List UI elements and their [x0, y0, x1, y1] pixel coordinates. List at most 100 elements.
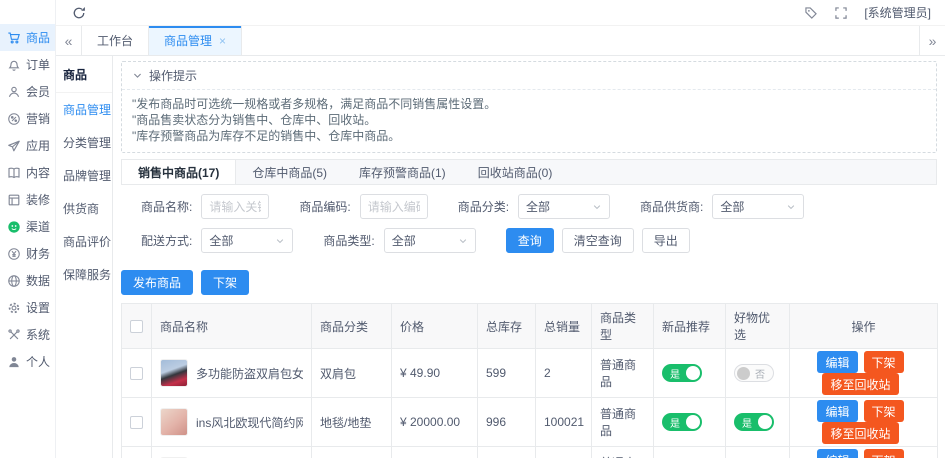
移至回收站-button[interactable]: 移至回收站 — [822, 373, 899, 395]
toggle-on[interactable]: 是 — [662, 413, 702, 431]
sidebar-item-系统[interactable]: 系统 — [0, 321, 55, 348]
column-header-操作: 操作 — [789, 303, 938, 349]
submenu-item-商品管理[interactable]: 商品管理 — [56, 93, 112, 126]
filter-select[interactable]: 全部 — [712, 194, 805, 219]
filter-select[interactable]: 全部 — [518, 194, 611, 219]
sidebar-item-订单[interactable]: 订单 — [0, 51, 55, 78]
submenu-item-分类管理[interactable]: 分类管理 — [56, 126, 112, 159]
close-icon[interactable]: × — [219, 34, 226, 48]
编辑-button[interactable]: 编辑 — [817, 400, 858, 422]
tag-icon[interactable] — [804, 6, 818, 20]
tips-header[interactable]: 操作提示 — [122, 62, 936, 90]
product-tabs: 销售中商品(17) 仓库中商品(5) 库存预警商品(1) 回收站商品(0) — [121, 159, 937, 185]
app-root: 商品 订单 会员营销应用 内容 装修渠道财务数据设置 系统个人 [系统管理员] « 工作台… — [0, 0, 945, 458]
下架-button[interactable]: 下架 — [863, 400, 904, 422]
product-tab-库存预警商品(1)[interactable]: 库存预警商品(1) — [343, 160, 462, 184]
column-header-商品分类: 商品分类 — [311, 303, 392, 349]
sidebar-item-财务[interactable]: 财务 — [0, 240, 55, 267]
filter-field: 商品名称: — [141, 194, 270, 219]
column-header-总库存: 总库存 — [477, 303, 536, 349]
table-row: ins迷你化妆刷套装眼影刷美妆工...粉底刷¥ 399.00204140普通商品… — [121, 446, 938, 458]
page-tab-工作台[interactable]: 工作台 — [82, 26, 150, 55]
product-tab-回收站商品(0)[interactable]: 回收站商品(0) — [462, 160, 569, 184]
product-tab-仓库中商品(5)[interactable]: 仓库中商品(5) — [236, 160, 343, 184]
content-icon — [7, 166, 21, 180]
sidebar-item-渠道[interactable]: 渠道 — [0, 213, 55, 240]
filter-select-value: 全部 — [209, 234, 234, 248]
tips-box: 操作提示 "发布商品时可选统一规格或者多规格，满足商品不同销售属性设置。 "商品售… — [121, 61, 937, 153]
清空查询-button[interactable]: 清空查询 — [561, 228, 634, 253]
下架-button[interactable]: 下架 — [201, 270, 250, 295]
下架-button[interactable]: 下架 — [863, 351, 904, 373]
chevron-down-icon — [132, 70, 143, 81]
select-all-checkbox-cell — [121, 303, 152, 349]
submenu-item-品牌管理[interactable]: 品牌管理 — [56, 159, 112, 192]
person-icon — [7, 355, 21, 369]
sidebar-item-label: 数据 — [26, 274, 51, 288]
filter-field: 配送方式: 全部 — [141, 228, 294, 253]
sidebar-item-应用[interactable]: 应用 — [0, 132, 55, 159]
编辑-button[interactable]: 编辑 — [817, 351, 858, 373]
filter-input[interactable] — [201, 194, 270, 219]
submenu-item-商品评价[interactable]: 商品评价 — [56, 225, 112, 258]
product-stock: 996 — [477, 397, 536, 447]
sidebar-item-label: 渠道 — [26, 220, 51, 234]
sidebar-item-会员[interactable]: 会员 — [0, 78, 55, 105]
编辑-button[interactable]: 编辑 — [817, 449, 858, 458]
fullscreen-icon[interactable] — [834, 6, 848, 20]
sidebar-item-数据[interactable]: 数据 — [0, 267, 55, 294]
filter-label: 商品名称: — [141, 200, 193, 214]
product-price: ¥ 20000.00 — [391, 397, 478, 447]
submenu-item-供货商[interactable]: 供货商 — [56, 192, 112, 225]
移至回收站-button[interactable]: 移至回收站 — [822, 422, 899, 444]
new-recommend-cell: 是 — [653, 397, 726, 447]
下架-button[interactable]: 下架 — [863, 449, 904, 458]
page-tabs: 工作台 商品管理 × — [82, 26, 243, 55]
toggle-label: 是 — [670, 418, 680, 430]
sidebar-item-装修[interactable]: 装修 — [0, 186, 55, 213]
filter-input[interactable] — [359, 194, 428, 219]
toggle-on[interactable]: 是 — [734, 413, 774, 431]
row-checkbox[interactable] — [130, 367, 143, 381]
product-price: ¥ 49.90 — [391, 348, 478, 398]
查询-button[interactable]: 查询 — [505, 228, 554, 253]
tips-line: "商品售卖状态分为销售中、仓库中、回收站。 — [132, 113, 377, 127]
submenu-item-保障服务[interactable]: 保障服务 — [56, 258, 112, 291]
row-checkbox-cell — [121, 446, 152, 458]
toolbar: 发布商品 下架 — [121, 264, 937, 303]
filter-select[interactable]: 全部 — [383, 228, 476, 253]
sidebar-item-营销[interactable]: 营销 — [0, 105, 55, 132]
select-all-checkbox[interactable] — [130, 320, 143, 334]
reload-icon[interactable] — [72, 6, 86, 20]
row-checkbox-cell — [121, 397, 152, 447]
toggle-off[interactable]: 否 — [734, 364, 774, 382]
sidebar-item-商品[interactable]: 商品 — [0, 24, 55, 51]
product-thumbnail — [160, 359, 188, 387]
row-checkbox[interactable] — [130, 416, 143, 430]
page-tab-商品管理[interactable]: 商品管理 × — [149, 26, 243, 55]
product-table: 商品名称 商品分类 价格 总库存 总销量 商品类型 新品推荐 好物优选 操作 多功能防盗双肩包女… — [121, 303, 938, 458]
new-recommend-cell: 是 — [653, 446, 726, 458]
发布商品-button[interactable]: 发布商品 — [121, 270, 194, 295]
product-tab-销售中商品(17)[interactable]: 销售中商品(17) — [122, 160, 237, 184]
admin-role-label: [系统管理员] — [864, 6, 931, 20]
filter-select[interactable]: 全部 — [201, 228, 294, 253]
product-stock: 599 — [477, 348, 536, 398]
sidebar-item-设置[interactable]: 设置 — [0, 294, 55, 321]
good-pick-cell: 是 — [725, 397, 790, 447]
toggle-label: 是 — [742, 418, 752, 430]
sidebar-item-label: 个人 — [26, 355, 51, 369]
sidebar-item-内容[interactable]: 内容 — [0, 159, 55, 186]
product-type: 普通商品 — [591, 446, 654, 458]
row-actions-cell: 编辑下架移至回收站 — [789, 446, 938, 458]
collapse-tabs-button[interactable]: « — [56, 26, 82, 55]
toggle-on[interactable]: 是 — [662, 364, 702, 382]
expand-tabs-button[interactable]: » — [919, 26, 945, 55]
chevron-down-icon — [458, 236, 468, 246]
sidebar-item-个人[interactable]: 个人 — [0, 348, 55, 375]
main-row: 商品 商品管理 分类管理 品牌管理 供货商 商品评价 保障服务 操作提示 "发布商品时可选… — [56, 56, 945, 458]
column-header-新品推荐: 新品推荐 — [653, 303, 726, 349]
sidebar-item-label: 营销 — [26, 112, 51, 126]
导出-button[interactable]: 导出 — [641, 228, 690, 253]
page-tab-label: 商品管理 — [164, 34, 213, 48]
